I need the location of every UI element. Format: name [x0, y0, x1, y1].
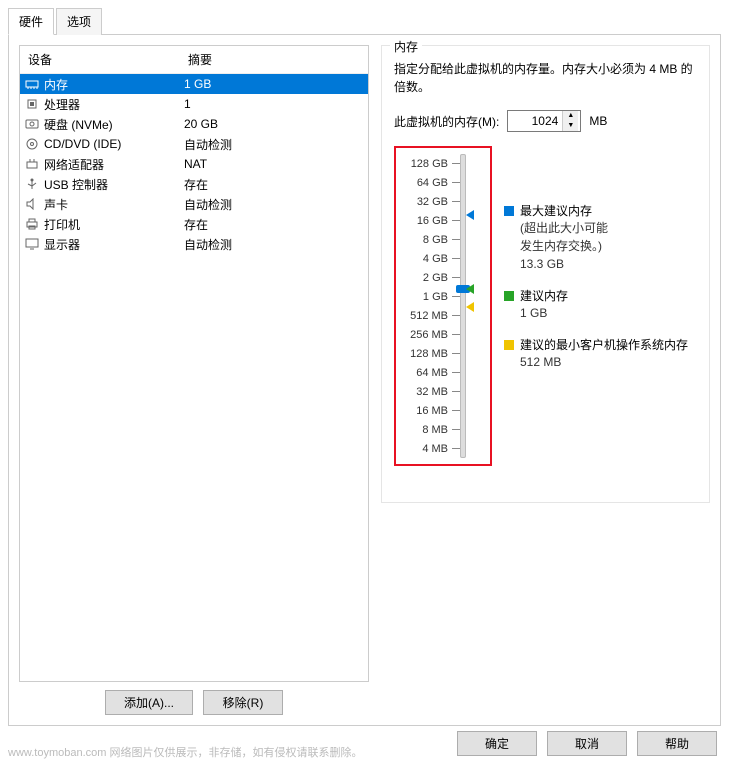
legend-max: 最大建议内存 (超出此大小可能 发生内存交换。) 13.3 GB	[504, 202, 697, 273]
usb-icon	[24, 177, 40, 191]
max-marker-icon	[466, 210, 474, 220]
device-name: 内存	[44, 76, 184, 93]
device-summary: 自动检测	[184, 236, 364, 253]
table-row[interactable]: 显示器自动检测	[20, 234, 368, 254]
tick: 16 GB	[400, 211, 460, 230]
memory-unit: MB	[589, 114, 607, 128]
ok-button[interactable]: 确定	[457, 731, 537, 756]
table-header: 设备 摘要	[20, 46, 368, 74]
legend-min: 建议的最小客户机操作系统内存 512 MB	[504, 336, 697, 371]
table-row[interactable]: CD/DVD (IDE)自动检测	[20, 134, 368, 154]
memory-label: 此虚拟机的内存(M):	[394, 113, 499, 130]
panel-desc: 指定分配给此虚拟机的内存量。内存大小必须为 4 MB 的倍数。	[394, 60, 697, 96]
cd-icon	[24, 137, 40, 151]
legend-rec: 建议内存 1 GB	[504, 287, 697, 322]
square-icon	[504, 206, 514, 216]
dialog-footer: 确定 取消 帮助	[457, 731, 717, 756]
rec-marker-icon	[466, 284, 474, 294]
tick: 64 GB	[400, 173, 460, 192]
device-name: 硬盘 (NVMe)	[44, 116, 184, 133]
device-summary: 存在	[184, 176, 364, 193]
table-row[interactable]: USB 控制器存在	[20, 174, 368, 194]
tab-bar: 硬件 选项	[8, 8, 721, 35]
mem-icon	[24, 77, 40, 91]
tab-options[interactable]: 选项	[56, 8, 102, 35]
prn-icon	[24, 217, 40, 231]
net-icon	[24, 157, 40, 171]
table-row[interactable]: 打印机存在	[20, 214, 368, 234]
mon-icon	[24, 237, 40, 251]
memory-spinbox[interactable]: ▲ ▼	[507, 110, 581, 132]
hardware-list-panel: 设备 摘要 内存1 GB处理器1硬盘 (NVMe)20 GBCD/DVD (ID…	[19, 45, 369, 715]
panel-title: 内存	[390, 38, 422, 55]
square-icon	[504, 340, 514, 350]
tab-hardware[interactable]: 硬件	[8, 8, 54, 35]
device-summary: 存在	[184, 216, 364, 233]
table-row[interactable]: 内存1 GB	[20, 74, 368, 94]
tick: 1 GB	[400, 287, 460, 306]
table-row[interactable]: 硬盘 (NVMe)20 GB	[20, 114, 368, 134]
device-name: CD/DVD (IDE)	[44, 137, 184, 151]
tick: 4 GB	[400, 249, 460, 268]
tick: 128 MB	[400, 344, 460, 363]
device-summary: 自动检测	[184, 136, 364, 153]
tick: 256 MB	[400, 325, 460, 344]
memory-panel: 内存 指定分配给此虚拟机的内存量。内存大小必须为 4 MB 的倍数。 此虚拟机的…	[381, 45, 710, 503]
tick: 8 MB	[400, 420, 460, 439]
tick: 32 GB	[400, 192, 460, 211]
device-name: USB 控制器	[44, 176, 184, 193]
tick: 2 GB	[400, 268, 460, 287]
table-row[interactable]: 处理器1	[20, 94, 368, 114]
snd-icon	[24, 197, 40, 211]
device-name: 打印机	[44, 216, 184, 233]
table-row[interactable]: 声卡自动检测	[20, 194, 368, 214]
device-summary: 1	[184, 97, 364, 111]
square-icon	[504, 291, 514, 301]
device-summary: NAT	[184, 157, 364, 171]
memory-slider-box: 128 GB64 GB32 GB16 GB8 GB4 GB2 GB1 GB512…	[394, 146, 492, 466]
remove-button[interactable]: 移除(R)	[203, 690, 283, 715]
device-summary: 20 GB	[184, 117, 364, 131]
tick: 64 MB	[400, 363, 460, 382]
device-name: 网络适配器	[44, 156, 184, 173]
tick: 32 MB	[400, 382, 460, 401]
watermark: www.toymoban.com 网络图片仅供展示，非存储，如有侵权请联系删除。	[8, 744, 362, 760]
device-summary: 自动检测	[184, 196, 364, 213]
col-device: 设备	[20, 46, 180, 73]
device-name: 显示器	[44, 236, 184, 253]
tick: 8 GB	[400, 230, 460, 249]
tick: 4 MB	[400, 439, 460, 458]
device-summary: 1 GB	[184, 77, 364, 91]
col-summary: 摘要	[180, 46, 368, 73]
add-button[interactable]: 添加(A)...	[105, 690, 193, 715]
tick: 512 MB	[400, 306, 460, 325]
hdd-icon	[24, 117, 40, 131]
cancel-button[interactable]: 取消	[547, 731, 627, 756]
device-name: 处理器	[44, 96, 184, 113]
memory-input[interactable]	[508, 111, 562, 131]
spin-up-icon[interactable]: ▲	[563, 111, 578, 121]
tick: 16 MB	[400, 401, 460, 420]
table-row[interactable]: 网络适配器NAT	[20, 154, 368, 174]
help-button[interactable]: 帮助	[637, 731, 717, 756]
min-marker-icon	[466, 302, 474, 312]
spin-down-icon[interactable]: ▼	[563, 121, 578, 131]
device-name: 声卡	[44, 196, 184, 213]
cpu-icon	[24, 97, 40, 111]
tick: 128 GB	[400, 154, 460, 173]
